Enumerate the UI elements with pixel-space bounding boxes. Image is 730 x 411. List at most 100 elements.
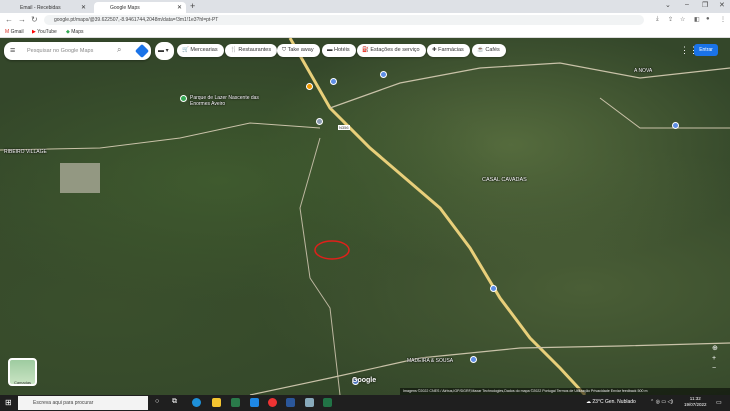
taskbar-search[interactable]: Escreva aqui para procurar — [18, 396, 148, 410]
zoom-out-button[interactable]: − — [712, 364, 718, 374]
chip-take-away[interactable]: ⛉ Take away — [277, 44, 320, 57]
road-shield: N356 — [338, 125, 350, 130]
place-pin-icon[interactable] — [490, 285, 497, 292]
hotel-pin-icon[interactable] — [380, 71, 387, 78]
chip-mercearias[interactable]: 🛒 Mercearias — [177, 44, 224, 57]
map-label-park[interactable]: Parque de Lazer Nascente das Enormes Ave… — [190, 95, 260, 107]
back-icon[interactable]: ← — [5, 15, 13, 24]
chip-label: Restaurantes — [238, 47, 271, 53]
road — [600, 98, 730, 128]
tray-icons[interactable]: ⌃ ◎ ▭ ◁) — [650, 399, 673, 405]
map-controls: ⊕ + − — [712, 344, 718, 374]
star-icon[interactable]: ☆ — [680, 16, 685, 23]
search-box[interactable]: ≡ Pesquisar no Google Maps ⌕ — [4, 42, 151, 60]
bookmark-maps[interactable]: ◆ Maps — [66, 29, 83, 35]
chip-restaurantes[interactable]: 🍴 Restaurantes — [225, 44, 277, 57]
map-roads — [0, 38, 730, 395]
map-label-casal: CASAL CAVADAS — [482, 177, 527, 183]
tab-label: Google Maps — [110, 5, 140, 11]
compass-icon[interactable]: ⊕ — [712, 344, 718, 354]
weather-text: 23°C Gen. Nublado — [592, 399, 635, 405]
maps-icon: ◆ — [66, 29, 70, 35]
windows-taskbar: ⊞ Escreva aqui para procurar ○ ⧉ ☁ 23°C … — [0, 395, 730, 411]
menu-icon[interactable]: ⋮ — [720, 16, 726, 23]
restaurant-icon: 🍴 — [230, 47, 237, 53]
close-window-button[interactable]: ✕ — [719, 1, 725, 9]
file-explorer-icon[interactable] — [212, 398, 221, 407]
tab-email[interactable]: Email - Recebidas✕ — [4, 2, 90, 13]
bookmarks-bar: M Gmail ▶ YouTube ◆ Maps — [0, 27, 730, 38]
bookmark-youtube[interactable]: ▶ YouTube — [32, 29, 57, 35]
quarry-area — [60, 163, 100, 193]
chip-hoteis[interactable]: ▬ Hotéis — [322, 44, 356, 57]
directions-icon[interactable] — [135, 44, 149, 58]
cortana-icon[interactable]: ○ — [155, 398, 159, 405]
chip-farmacias[interactable]: ✚ Farmácias — [427, 44, 470, 57]
close-icon[interactable]: ✕ — [177, 4, 182, 11]
chip-label: Estações de serviço — [370, 47, 419, 53]
map-label-nova: A NOVA — [634, 68, 652, 74]
sign-in-button[interactable]: Entrar — [694, 44, 718, 56]
weather-widget[interactable]: ☁ 23°C Gen. Nublado — [586, 399, 636, 405]
bookmark-label: Gmail — [11, 29, 24, 35]
excel-icon[interactable] — [323, 398, 332, 407]
profile-icon[interactable]: ● — [706, 16, 710, 22]
date: 19/07/2022 — [684, 402, 707, 407]
minimize-button[interactable]: – — [685, 1, 689, 8]
search-input[interactable]: Pesquisar no Google Maps — [27, 48, 93, 54]
chip-estacoes[interactable]: ⛽ Estações de serviço — [357, 44, 426, 57]
store-icon[interactable] — [231, 398, 240, 407]
close-icon[interactable]: ✕ — [81, 4, 86, 11]
app-icon[interactable] — [305, 398, 314, 407]
restore-button[interactable]: ❐ — [702, 1, 708, 9]
bookmark-gmail[interactable]: M Gmail — [5, 29, 24, 35]
place-pin-icon[interactable] — [672, 122, 679, 129]
bookmark-label: Maps — [71, 29, 83, 35]
layer-label: Camadas — [14, 380, 31, 385]
new-tab-button[interactable]: + — [190, 1, 195, 11]
forward-icon[interactable]: → — [18, 15, 26, 24]
map-label-village: RIBEIRO VILLAGE — [4, 149, 47, 155]
road — [0, 123, 320, 150]
clock[interactable]: 11:3219/07/2022 — [684, 396, 707, 408]
place-pin-icon[interactable] — [470, 356, 477, 363]
zoom-in-button[interactable]: + — [712, 354, 718, 364]
url-input[interactable]: google.pt/maps/@39.622507,-8.9461744,204… — [44, 15, 644, 25]
edge-icon[interactable] — [192, 398, 201, 407]
fuel-pin-icon[interactable] — [306, 83, 313, 90]
red-marked-area — [315, 241, 349, 259]
chip-cafes[interactable]: ☕ Cafés — [472, 44, 506, 57]
windows-start-icon[interactable]: ⊞ — [5, 398, 12, 407]
chip-label: Farmácias — [438, 47, 464, 53]
map-label-madeira: MADEIRA & SOUSA — [407, 358, 453, 364]
layer-toggle[interactable]: Camadas — [8, 358, 37, 386]
sidepanel-icon[interactable]: ◧ — [694, 16, 700, 23]
place-pin-icon[interactable] — [316, 118, 323, 125]
chevron-down-icon[interactable]: ⌄ — [665, 1, 671, 9]
task-view-icon[interactable]: ⧉ — [172, 398, 177, 406]
hotel-pin-icon[interactable] — [330, 78, 337, 85]
fuel-icon: ⛽ — [362, 47, 369, 53]
pharmacy-icon: ✚ — [432, 47, 437, 53]
youtube-icon: ▶ — [32, 29, 36, 35]
tab-google-maps[interactable]: Google Maps ✕ — [94, 2, 186, 13]
chrome-icon[interactable] — [268, 398, 277, 407]
google-logo: Google — [352, 377, 376, 384]
takeaway-icon: ⛉ — [282, 47, 286, 53]
mail-icon[interactable] — [250, 398, 259, 407]
layers-dropdown[interactable]: ▬ ▾ — [155, 42, 174, 60]
address-bar-row: ← → ↻ google.pt/maps/@39.622507,-8.94617… — [0, 13, 730, 27]
share-icon[interactable]: ⇪ — [668, 16, 673, 23]
road — [330, 63, 730, 108]
notifications-icon[interactable]: ▭ — [716, 399, 722, 406]
search-icon[interactable]: ⌕ — [117, 45, 121, 55]
chip-label: Take away — [288, 47, 314, 53]
map-attribution[interactable]: Imagens ©2022 CNES / Airbus,IGP/DGRF,Max… — [400, 388, 730, 395]
word-icon[interactable] — [286, 398, 295, 407]
install-icon[interactable]: ⤓ — [656, 16, 659, 23]
reload-icon[interactable]: ↻ — [31, 15, 38, 24]
coffee-icon: ☕ — [477, 47, 484, 53]
park-pin-icon[interactable] — [180, 95, 187, 102]
hamburger-menu-icon[interactable]: ≡ — [10, 45, 15, 55]
satellite-map[interactable]: ≡ Pesquisar no Google Maps ⌕ ▬ ▾ 🛒 Merce… — [0, 38, 730, 395]
